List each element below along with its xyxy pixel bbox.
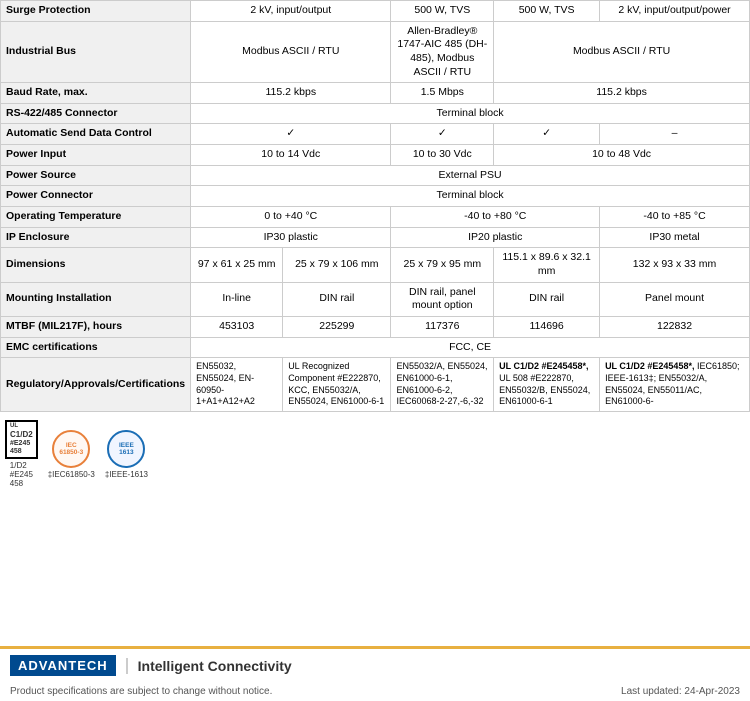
cert-icon-ul: UL C1/D2 #E245 458 1/D2#E245458 <box>5 420 38 489</box>
row-label: EMC certifications <box>1 337 191 358</box>
row-label: RS-422/485 Connector <box>1 103 191 124</box>
table-row: Power SourceExternal PSU <box>1 165 750 186</box>
main-content: Surge Protection2 kV, input/output500 W,… <box>0 0 750 496</box>
cert-icon-iec61850: IEC61850-3 ‡IEC61850-3 <box>48 430 95 479</box>
cert-ieee1613-label: ‡IEEE-1613 <box>105 470 148 479</box>
table-row: Dimensions97 x 61 x 25 mm25 x 79 x 106 m… <box>1 248 750 282</box>
spec-table: Surge Protection2 kV, input/output500 W,… <box>0 0 750 412</box>
row-label: Regulatory/Approvals/Certifications <box>1 358 191 412</box>
table-row: Mounting InstallationIn-lineDIN railDIN … <box>1 282 750 316</box>
table-row: Operating Temperature0 to +40 °C-40 to +… <box>1 207 750 228</box>
table-row: MTBF (MIL217F), hours4531032252991173761… <box>1 316 750 337</box>
row-label: Power Input <box>1 145 191 166</box>
row-label: Automatic Send Data Control <box>1 124 191 145</box>
row-label: IP Enclosure <box>1 227 191 248</box>
row-label: Baud Rate, max. <box>1 83 191 104</box>
table-row: Power Input10 to 14 Vdc10 to 30 Vdc10 to… <box>1 145 750 166</box>
table-row: Industrial BusModbus ASCII / RTUAllen-Br… <box>1 21 750 83</box>
table-row: EMC certificationsFCC, CE <box>1 337 750 358</box>
row-label: Industrial Bus <box>1 21 191 83</box>
table-row: IP EnclosureIP30 plasticIP20 plasticIP30… <box>1 227 750 248</box>
tagline: Intelligent Connectivity <box>126 658 292 674</box>
row-label: Mounting Installation <box>1 282 191 316</box>
table-row: Power ConnectorTerminal block <box>1 186 750 207</box>
table-row: Baud Rate, max.115.2 kbps1.5 Mbps115.2 k… <box>1 83 750 104</box>
row-label: Power Connector <box>1 186 191 207</box>
logo-bar: ADVANTECH Intelligent Connectivity <box>0 646 750 682</box>
advantech-logo: ADVANTECH <box>10 655 116 676</box>
table-row: RS-422/485 ConnectorTerminal block <box>1 103 750 124</box>
row-label: Surge Protection <box>1 1 191 22</box>
cert-icon-ieee1613: IEEE1613 ‡IEEE-1613 <box>105 430 148 479</box>
footer-bar: Product specifications are subject to ch… <box>0 682 750 701</box>
table-row: Regulatory/Approvals/CertificationsEN550… <box>1 358 750 412</box>
cert-icons-row: UL C1/D2 #E245 458 1/D2#E245458 IEC61850… <box>0 412 750 497</box>
row-label: Operating Temperature <box>1 207 191 228</box>
row-label: Power Source <box>1 165 191 186</box>
last-updated: Last updated: 24-Apr-2023 <box>621 686 740 697</box>
cert-iec61850-label: ‡IEC61850-3 <box>48 470 95 479</box>
row-label: Dimensions <box>1 248 191 282</box>
disclaimer: Product specifications are subject to ch… <box>10 686 272 697</box>
table-row: Automatic Send Data Control✓✓✓– <box>1 124 750 145</box>
table-row: Surge Protection2 kV, input/output500 W,… <box>1 1 750 22</box>
row-label: MTBF (MIL217F), hours <box>1 316 191 337</box>
cert-ul-label: 1/D2#E245458 <box>10 461 33 488</box>
